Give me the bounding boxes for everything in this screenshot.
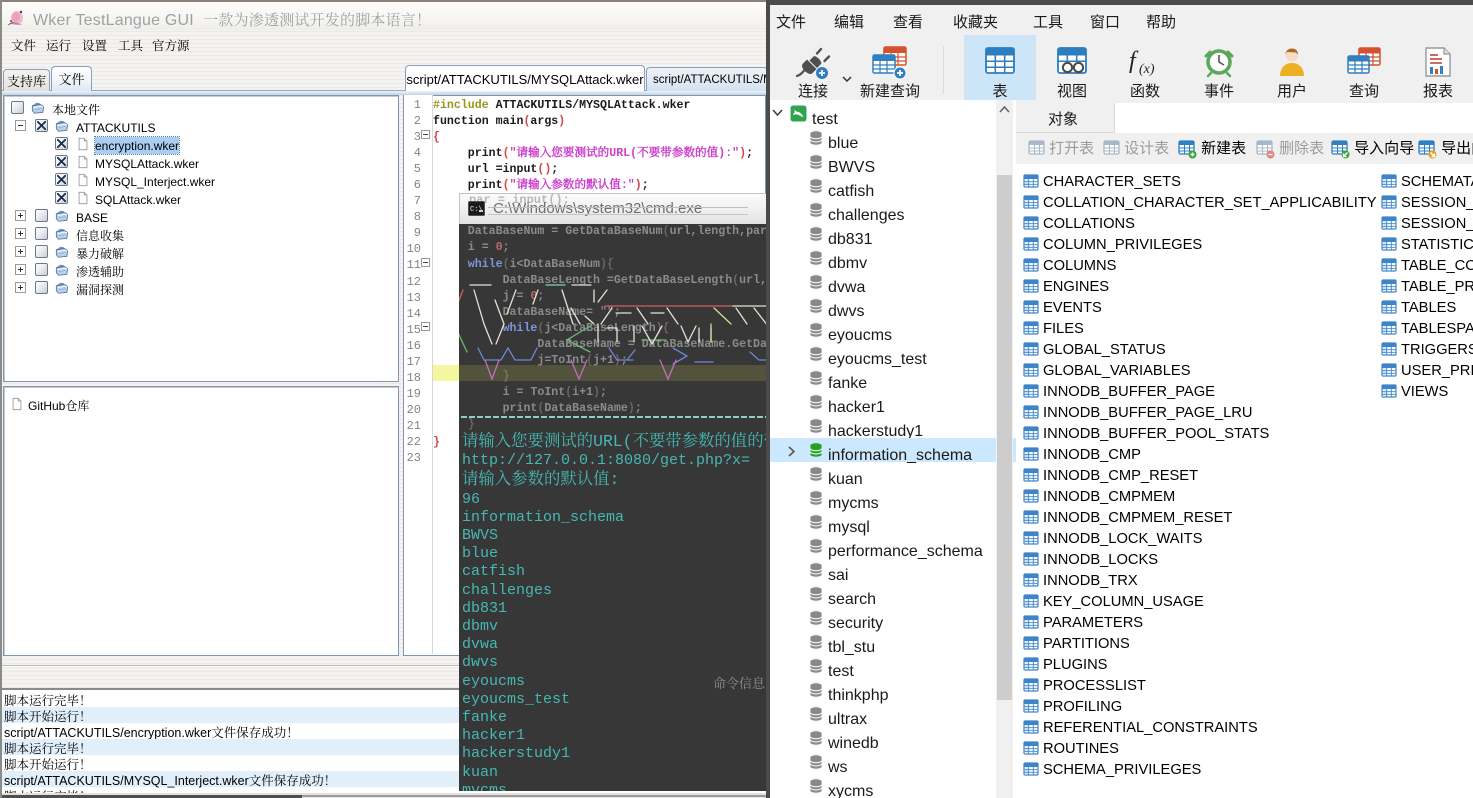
svg-text:f: f (1129, 48, 1139, 74)
svg-text:(x): (x) (1139, 62, 1155, 77)
